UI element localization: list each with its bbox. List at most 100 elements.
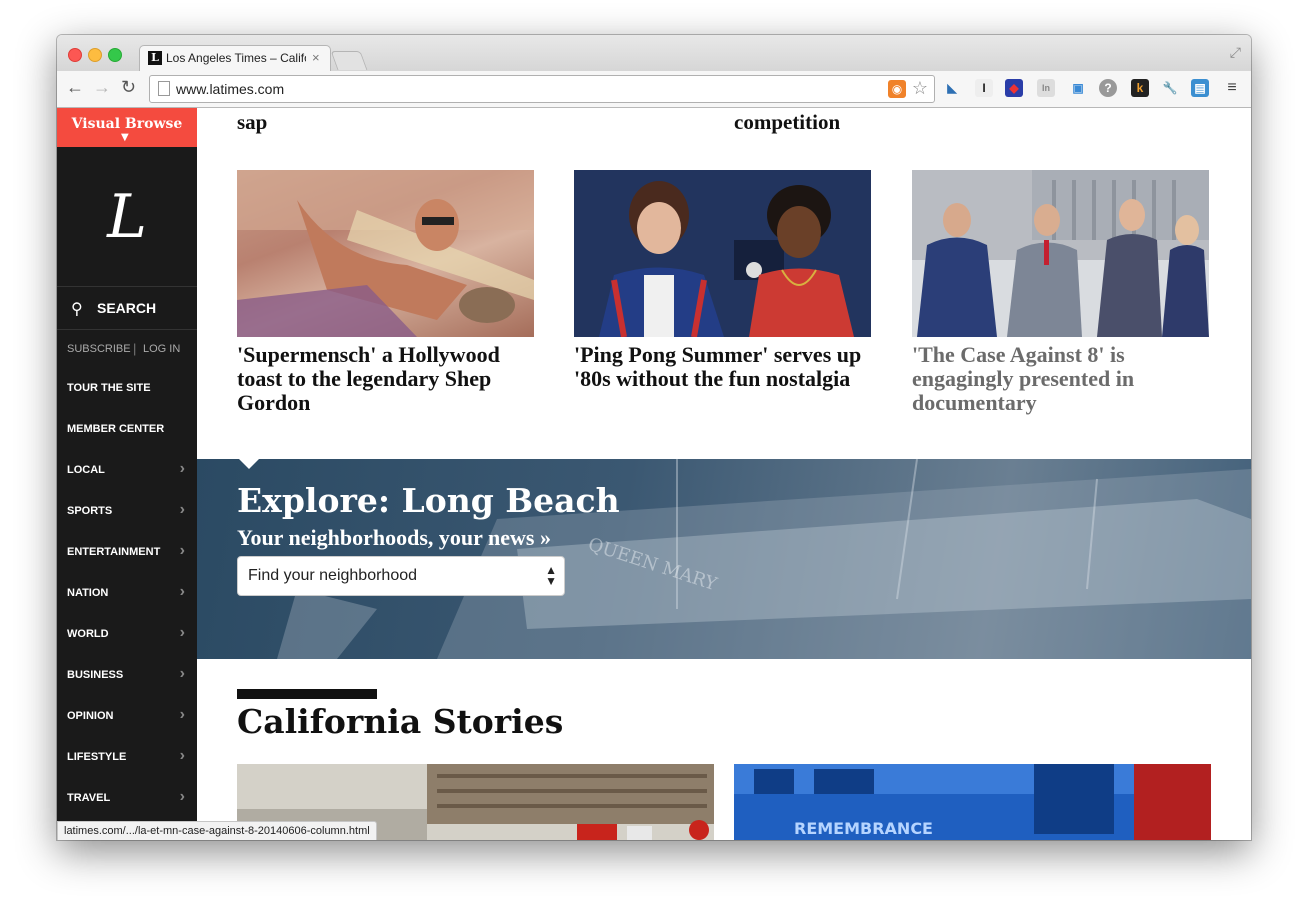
story-headline[interactable]: 'Supermensch' a Hollywood toast to the l… <box>237 343 534 415</box>
close-window-button[interactable] <box>68 48 82 62</box>
story-card[interactable]: 'Ping Pong Summer' serves up '80s withou… <box>574 170 871 391</box>
sidebar-item-lifestyle[interactable]: LIFESTYLE › <box>67 747 189 771</box>
new-tab-button[interactable] <box>330 51 368 70</box>
link-status-bar: latimes.com/.../la-et-mn-case-against-8-… <box>57 821 377 840</box>
back-arrow-icon[interactable]: ← <box>66 77 84 98</box>
latimes-favicon-icon: L <box>148 51 162 65</box>
story-headline[interactable]: 'The Case Against 8' is engagingly prese… <box>912 343 1209 415</box>
sidebar-item-sports[interactable]: SPORTS › <box>67 501 189 525</box>
neighborhood-select-value: Find your neighborhood <box>248 567 418 584</box>
sidebar-item-travel[interactable]: TRAVEL › <box>67 788 189 812</box>
neighborhood-select[interactable]: Find your neighborhood ▲ ▼ <box>237 556 565 596</box>
firetruck-memorial-image: REMEMBRANCE <box>734 764 1211 840</box>
account-separator: | <box>133 341 137 356</box>
two-boys-image <box>574 170 871 337</box>
chevron-right-icon: › <box>179 788 185 805</box>
sidebar-item-label: LOCAL <box>67 464 105 476</box>
banner-notch <box>239 459 259 469</box>
menu-icon[interactable]: ≡ <box>1223 79 1241 97</box>
visual-browse-button[interactable]: Visual Browse ▼ <box>57 108 197 147</box>
minimize-window-button[interactable] <box>88 48 102 62</box>
sidebar-item-label: TRAVEL <box>67 792 111 804</box>
sidebar-item-label: MEMBER CENTER <box>67 423 165 435</box>
sidebar-item-local[interactable]: LOCAL › <box>67 460 189 484</box>
search-label: SEARCH <box>97 300 157 316</box>
sidebar-item-label: LIFESTYLE <box>67 751 127 763</box>
subscribe-link[interactable]: SUBSCRIBE <box>67 343 131 355</box>
sidebar-item-opinion[interactable]: OPINION › <box>67 706 189 730</box>
page-icon <box>158 81 170 96</box>
star-icon[interactable]: ☆ <box>912 78 928 99</box>
sidebar-item-label: WORLD <box>67 628 109 640</box>
address-bar[interactable]: www.latimes.com ◉ ☆ <box>149 75 935 103</box>
forward-arrow-icon[interactable]: → <box>93 77 111 98</box>
sidebar-item-label: BUSINESS <box>67 669 124 681</box>
explore-subtitle-link[interactable]: Your neighborhoods, your news » <box>237 525 551 551</box>
folder-extension-icon[interactable]: ▣ <box>1069 79 1087 97</box>
section-title: California Stories <box>237 702 564 741</box>
chevron-right-icon: › <box>179 501 185 518</box>
chevron-right-icon: › <box>179 460 185 477</box>
tab-close-icon[interactable]: × <box>312 50 320 65</box>
tab-title: Los Angeles Times – Califo <box>166 51 306 65</box>
supermensch-photo[interactable] <box>237 170 534 337</box>
visual-browse-label: Visual Browse <box>71 116 183 132</box>
title-bar: L Los Angeles Times – Califo × ⤢ <box>57 35 1251 72</box>
browser-window: L Los Angeles Times – Califo × ⤢ ← → ↻ w… <box>57 35 1251 840</box>
zoom-window-button[interactable] <box>108 48 122 62</box>
chevron-down-icon: ▼ <box>121 132 129 143</box>
sidebar-item-business[interactable]: BUSINESS › <box>67 665 189 689</box>
firetruck-photo[interactable]: REMEMBRANCE <box>734 764 1211 840</box>
sidebar-nav: Visual Browse ▼ L ⚲ SEARCH SUBSCRIBE | L… <box>57 108 197 840</box>
chevron-right-icon: › <box>179 542 185 559</box>
main-content: sap competition 'Supermensch' a Hollywoo… <box>197 108 1251 840</box>
chevron-right-icon: › <box>179 747 185 764</box>
login-link[interactable]: LOG IN <box>143 343 180 355</box>
ping-pong-summer-photo[interactable] <box>574 170 871 337</box>
rss-icon[interactable]: ◉ <box>888 80 906 98</box>
sidebar-item-label: OPINION <box>67 710 114 722</box>
latimes-logo[interactable]: L <box>57 148 197 286</box>
sidebar-item-entertainment[interactable]: ENTERTAINMENT › <box>67 542 189 566</box>
case-against-8-photo[interactable] <box>912 170 1209 337</box>
linkedin-extension-icon[interactable]: In <box>1037 79 1055 97</box>
story-card[interactable]: 'The Case Against 8' is engagingly prese… <box>912 170 1209 415</box>
reload-icon[interactable]: ↻ <box>121 77 136 98</box>
explore-neighborhood-banner: QUEEN MARY Explore: Long Beach Your neig… <box>197 459 1251 659</box>
story-headline-fragment[interactable]: competition <box>734 110 840 135</box>
explore-title: Explore: Long Beach <box>237 481 620 520</box>
sidebar-item-label: SPORTS <box>67 505 113 517</box>
url-text[interactable]: www.latimes.com <box>176 81 284 97</box>
sidebar-item-label: NATION <box>67 587 109 599</box>
hammock-scene-image <box>237 170 534 337</box>
sidebar-item-label: TOUR THE SITE <box>67 382 151 394</box>
sidebar-item-tour-the-site[interactable]: TOUR THE SITE <box>67 382 189 402</box>
story-headline-fragment[interactable]: sap <box>237 110 267 135</box>
k-extension-icon[interactable]: k <box>1131 79 1149 97</box>
chevron-right-icon: › <box>179 706 185 723</box>
sidebar-item-nation[interactable]: NATION › <box>67 583 189 607</box>
chevron-right-icon: › <box>179 583 185 600</box>
help-extension-icon[interactable]: ? <box>1099 79 1117 97</box>
svg-text:REMEMBRANCE: REMEMBRANCE <box>794 819 933 838</box>
section-accent-bar <box>237 689 377 699</box>
browser-toolbar: ← → ↻ www.latimes.com ◉ ☆ ◣ I ◆ In ▣ ? k… <box>57 71 1251 108</box>
colorful-extension-icon[interactable]: ◆ <box>1005 79 1023 97</box>
search-button[interactable]: ⚲ SEARCH <box>57 286 197 330</box>
sidebar-item-member-center[interactable]: MEMBER CENTER <box>67 423 189 443</box>
courthouse-group-image <box>912 170 1209 337</box>
story-headline[interactable]: 'Ping Pong Summer' serves up '80s withou… <box>574 343 871 391</box>
story-card[interactable]: 'Supermensch' a Hollywood toast to the l… <box>237 170 534 415</box>
feed-extension-icon[interactable]: ◣ <box>943 79 961 97</box>
fullscreen-icon[interactable]: ⤢ <box>1230 44 1241 61</box>
browser-tab[interactable]: L Los Angeles Times – Califo × <box>139 45 331 72</box>
sidebar-item-label: ENTERTAINMENT <box>67 546 161 558</box>
search-icon: ⚲ <box>71 301 83 318</box>
instapaper-extension-icon[interactable]: I <box>975 79 993 97</box>
screen-extension-icon[interactable]: ▤ <box>1191 79 1209 97</box>
select-arrows-icon: ▲ ▼ <box>545 563 557 588</box>
chevron-right-icon: › <box>179 624 185 641</box>
wrench-icon[interactable]: 🔧 <box>1161 79 1179 97</box>
chevron-right-icon: › <box>179 665 185 682</box>
sidebar-item-world[interactable]: WORLD › <box>67 624 189 648</box>
